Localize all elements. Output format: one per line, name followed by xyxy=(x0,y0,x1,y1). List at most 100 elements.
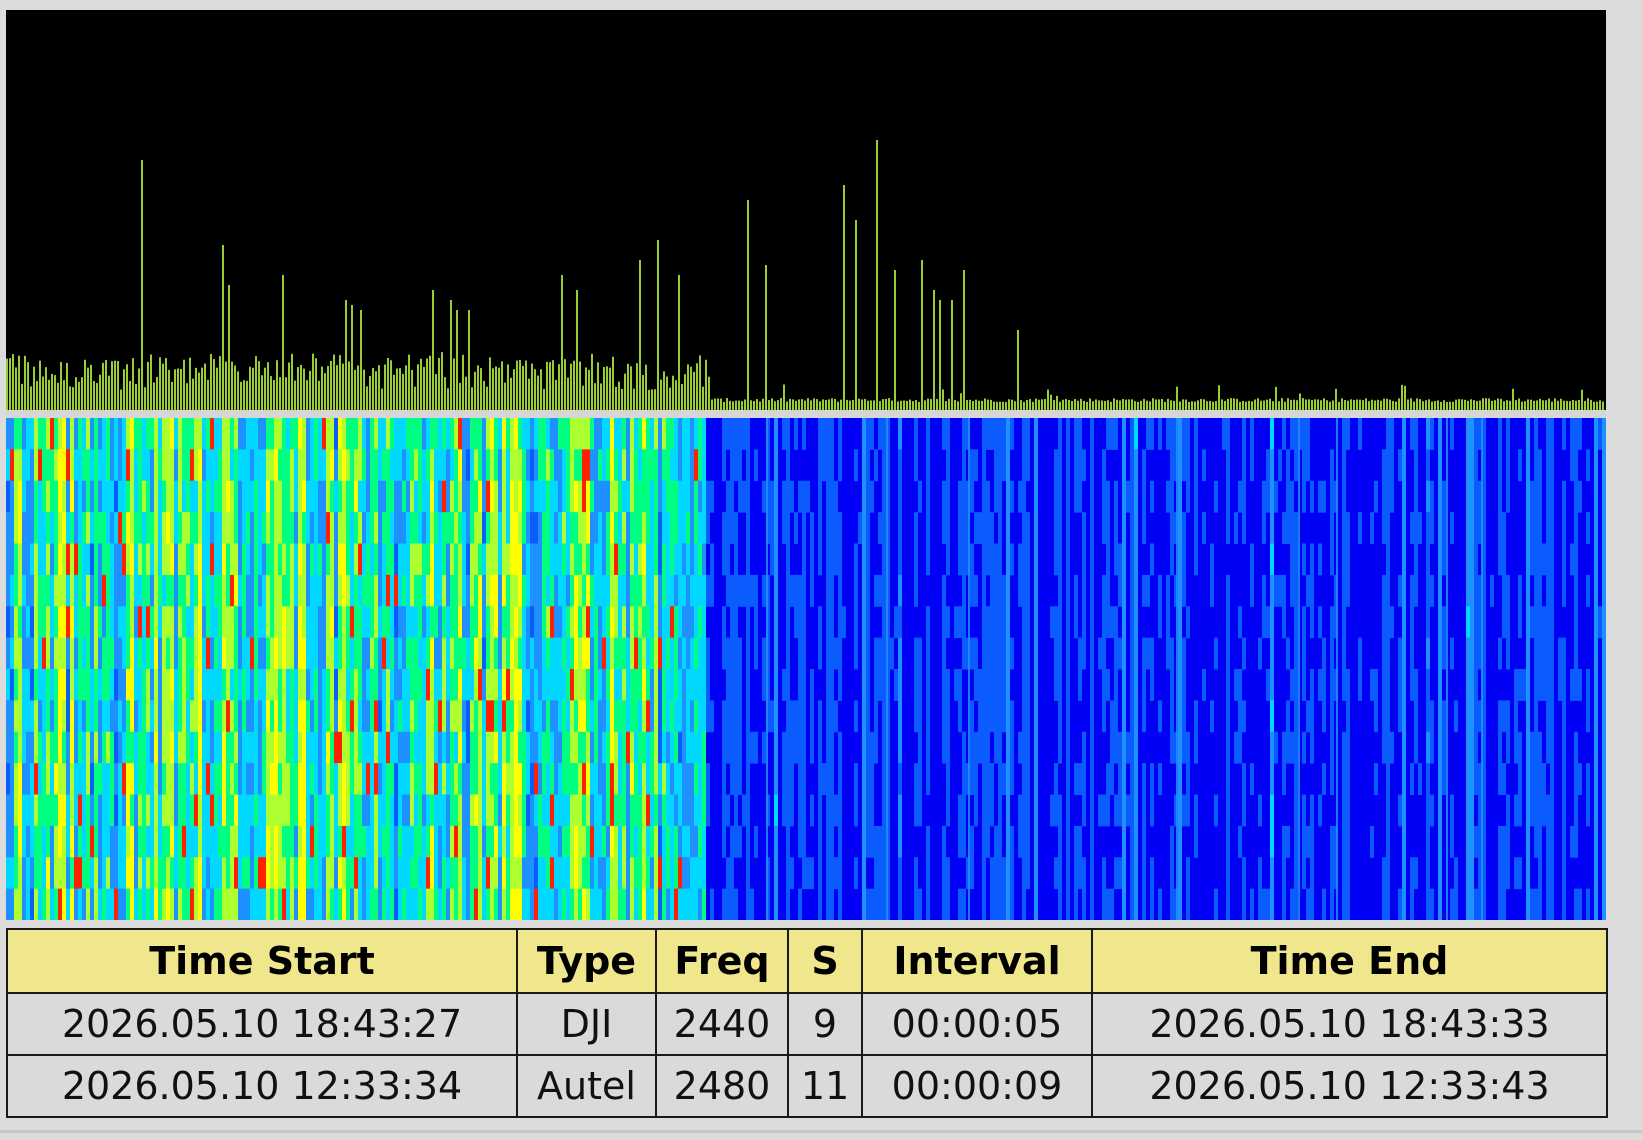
waterfall-cell xyxy=(662,731,666,764)
column-header-time-end[interactable]: Time End xyxy=(1091,928,1608,994)
waterfall-cell xyxy=(1158,574,1162,607)
waterfall-cell xyxy=(1122,825,1126,858)
spectrum-bar xyxy=(1101,400,1103,410)
column-header-time-start[interactable]: Time Start xyxy=(6,928,518,994)
waterfall-cell xyxy=(1142,825,1146,858)
waterfall-cell xyxy=(318,669,322,701)
table-row[interactable]: 2026.05.10 12:33:34 Autel 2480 11 00:00:… xyxy=(6,1054,1608,1118)
waterfall-cell xyxy=(182,700,186,733)
waterfall-cell xyxy=(90,543,94,576)
waterfall-cell xyxy=(270,825,274,858)
waterfall-cell xyxy=(578,794,582,827)
waterfall-cell xyxy=(482,449,486,482)
spectrum-bar xyxy=(279,377,281,410)
waterfall-cell xyxy=(142,763,146,795)
waterfall-cell xyxy=(1270,543,1274,576)
waterfall-cell xyxy=(1066,857,1070,890)
waterfall-cell xyxy=(986,543,990,576)
waterfall-cell xyxy=(442,669,446,701)
spectrum-bar xyxy=(1032,401,1034,410)
waterfall-cell xyxy=(430,574,434,607)
waterfall-cell xyxy=(394,731,398,764)
waterfall-cell xyxy=(1546,700,1550,733)
waterfall-cell xyxy=(338,731,342,764)
waterfall-cell xyxy=(1122,543,1126,576)
waterfall-cell xyxy=(490,606,494,639)
waterfall-cell xyxy=(1194,449,1198,482)
waterfall-cell xyxy=(286,794,290,827)
waterfall-cell xyxy=(482,888,486,920)
waterfall-cell xyxy=(30,669,34,701)
waterfall-cell xyxy=(1410,669,1414,701)
waterfall-cell xyxy=(1306,888,1310,920)
waterfall-cell xyxy=(838,543,842,576)
waterfall-cell xyxy=(478,606,482,639)
waterfall-cell xyxy=(1390,418,1394,450)
spectrum-bar xyxy=(120,389,122,410)
column-header-type[interactable]: Type xyxy=(516,928,657,994)
column-header-s[interactable]: S xyxy=(787,928,863,994)
waterfall-cell xyxy=(1386,418,1390,450)
waterfall-cell xyxy=(50,669,54,701)
waterfall-cell xyxy=(994,480,998,513)
waterfall-cell xyxy=(342,825,346,858)
spectrum-bar xyxy=(669,387,671,410)
waterfall-cell xyxy=(58,731,62,764)
waterfall-cell xyxy=(54,888,58,920)
waterfall-cell xyxy=(618,700,622,733)
waterfall-cell xyxy=(1146,637,1150,670)
waterfall-cell xyxy=(854,543,858,576)
waterfall-cell xyxy=(230,449,234,482)
waterfall-cell xyxy=(518,606,522,639)
waterfall-cell xyxy=(1438,480,1442,513)
waterfall-cell xyxy=(558,763,562,795)
spectrum-bar xyxy=(768,400,770,410)
waterfall-cell xyxy=(1310,731,1314,764)
waterfall-cell xyxy=(90,857,94,890)
waterfall-cell xyxy=(426,418,430,450)
spectrum-bar xyxy=(966,399,968,410)
waterfall-cell xyxy=(1430,418,1434,450)
table-header-row: Time Start Type Freq S Interval Time End xyxy=(6,928,1608,994)
waterfall-cell xyxy=(190,669,194,701)
spectrum-bar xyxy=(861,399,863,410)
waterfall-cell xyxy=(74,794,78,827)
waterfall-cell xyxy=(1498,700,1502,733)
waterfall-cell xyxy=(366,480,370,513)
waterfall-cell xyxy=(1182,637,1186,670)
waterfall-cell xyxy=(278,763,282,795)
spectrum-bar xyxy=(210,354,212,410)
waterfall-cell xyxy=(298,731,302,764)
waterfall-cell xyxy=(74,543,78,576)
spectrum-bar xyxy=(1302,398,1304,410)
waterfall-cell xyxy=(622,763,626,795)
waterfall-cell xyxy=(1382,669,1386,701)
waterfall-cell xyxy=(534,574,538,607)
waterfall-cell xyxy=(1006,794,1010,827)
waterfall-cell xyxy=(786,669,790,701)
waterfall-cell xyxy=(1342,418,1346,450)
waterfall-cell xyxy=(582,857,586,890)
waterfall-cell xyxy=(42,669,46,701)
column-header-interval[interactable]: Interval xyxy=(861,928,1093,994)
column-header-freq[interactable]: Freq xyxy=(655,928,789,994)
waterfall-cell xyxy=(1306,449,1310,482)
waterfall-cell xyxy=(402,731,406,764)
waterfall-cell xyxy=(1250,574,1254,607)
waterfall-cell xyxy=(566,543,570,576)
waterfall-cell xyxy=(466,449,470,482)
waterfall-cell xyxy=(530,606,534,639)
waterfall-cell xyxy=(242,825,246,858)
waterfall-cell xyxy=(446,794,450,827)
waterfall-cell xyxy=(186,418,190,450)
spectrum-bar xyxy=(756,399,758,410)
waterfall-cell xyxy=(334,794,338,827)
waterfall-cell xyxy=(374,574,378,607)
table-row[interactable]: 2026.05.10 18:43:27 DJI 2440 9 00:00:05 … xyxy=(6,992,1608,1056)
waterfall-cell xyxy=(170,418,174,450)
spectrum-bar xyxy=(1548,398,1550,410)
spectrum-bar xyxy=(267,362,269,410)
waterfall-cell xyxy=(474,731,478,764)
waterfall-cell xyxy=(30,637,34,670)
waterfall-cell xyxy=(1514,731,1518,764)
